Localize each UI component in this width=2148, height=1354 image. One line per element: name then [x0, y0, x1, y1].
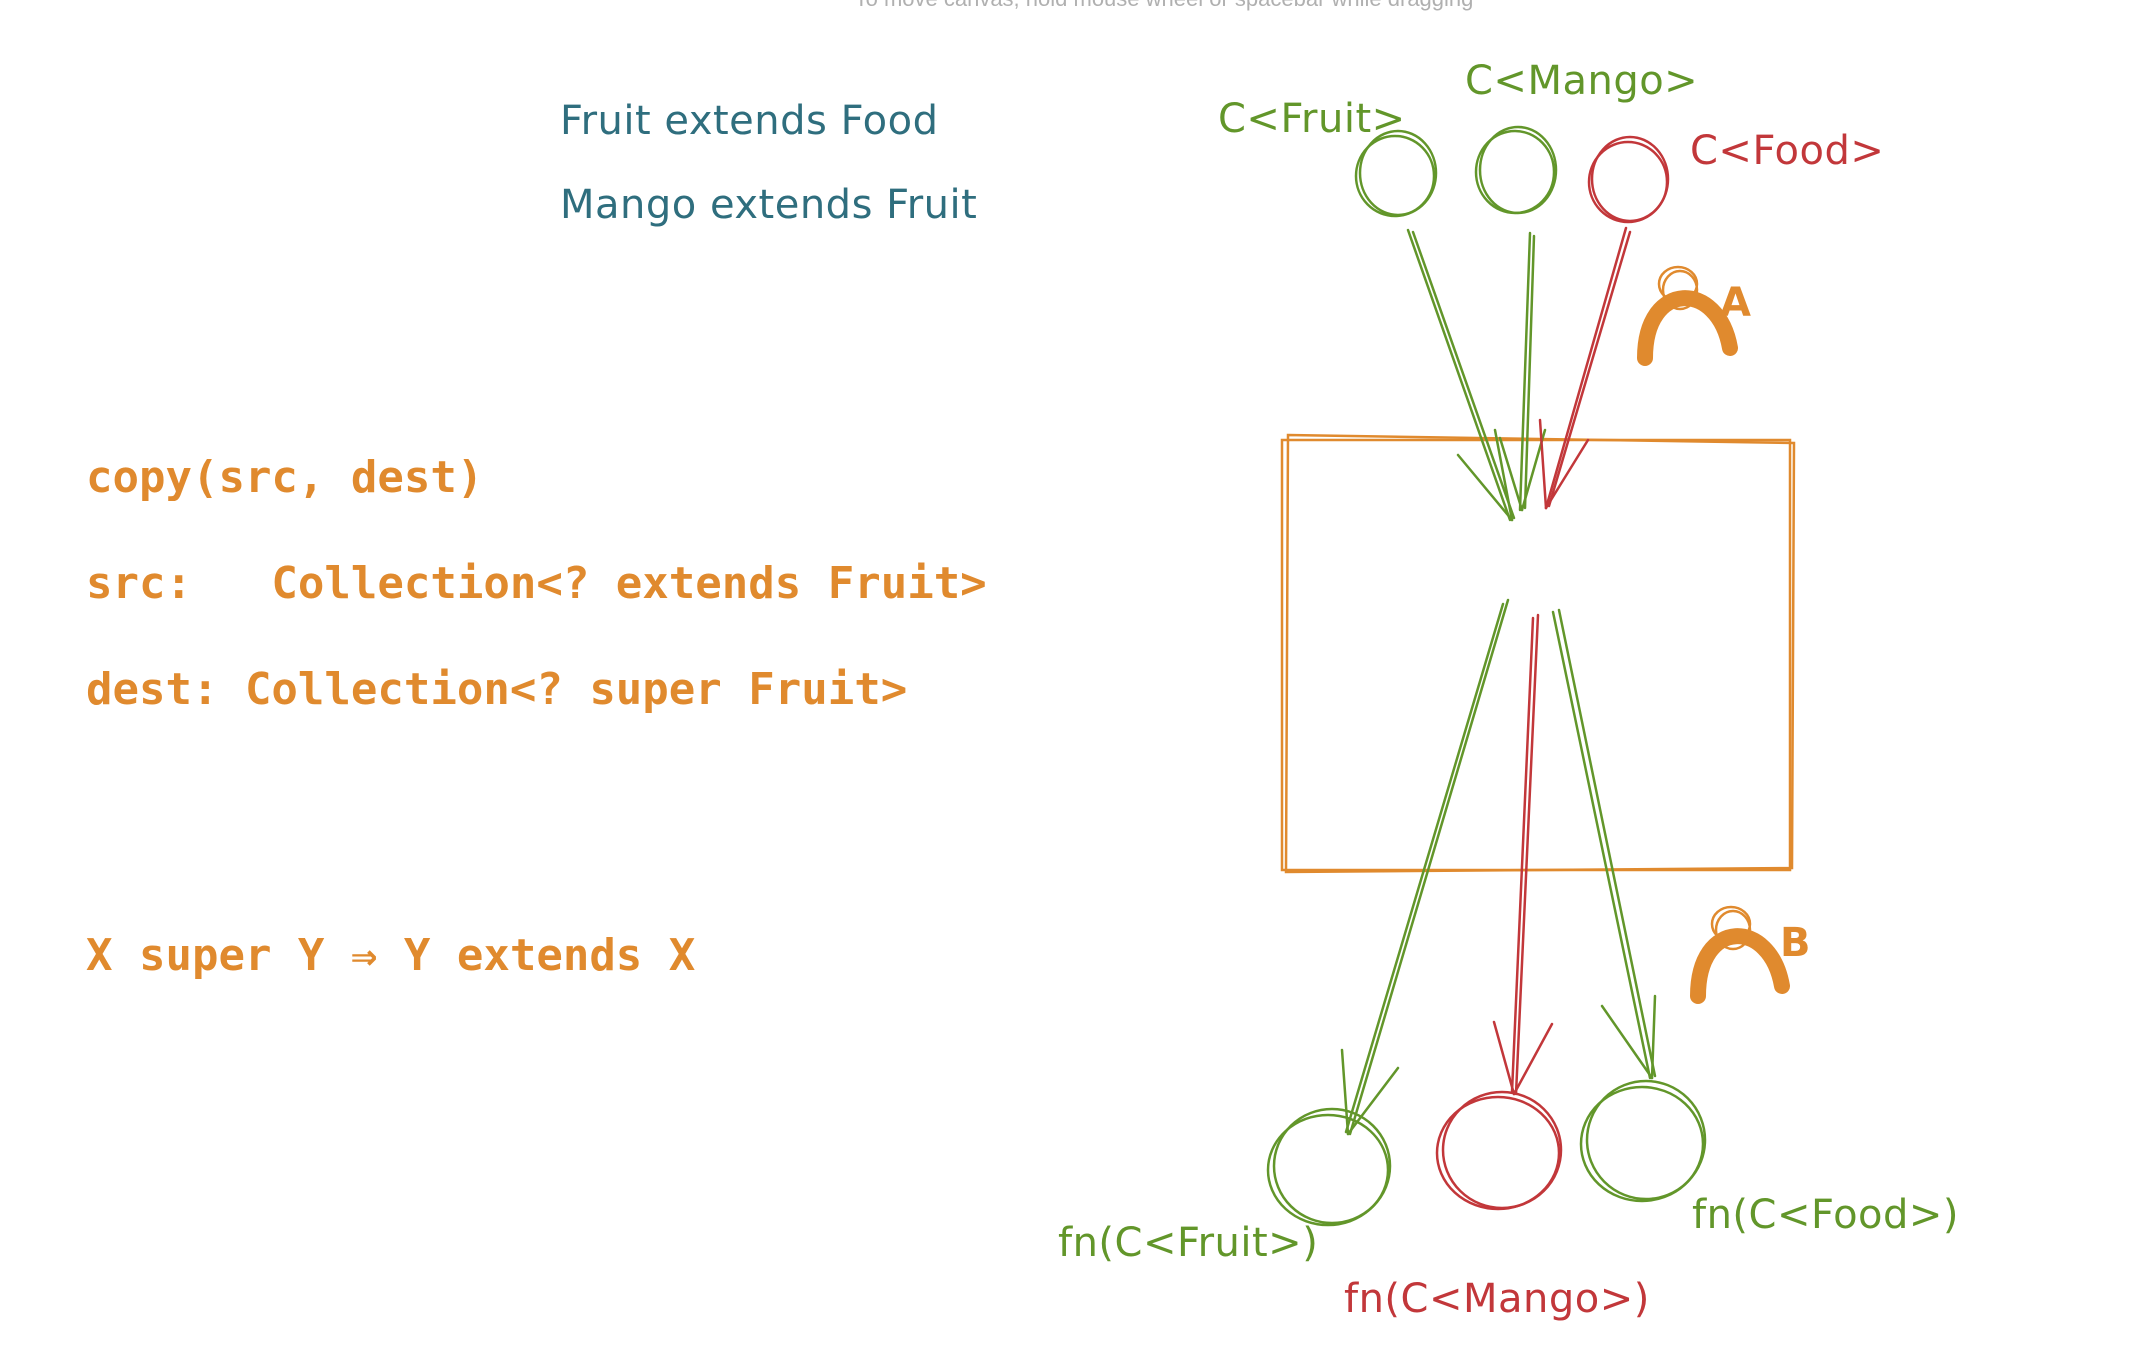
arrow-out-mango[interactable] [1492, 613, 1554, 1096]
arrow-mango-in[interactable] [1498, 231, 1547, 512]
arrow-out-food[interactable] [1551, 608, 1657, 1080]
arrow-fruit-in[interactable] [1406, 228, 1516, 522]
copy-box[interactable] [1280, 433, 1796, 874]
input-circle-food[interactable] [1587, 135, 1670, 224]
label-output-fruit[interactable]: fn(C<Fruit>) [1058, 1220, 1318, 1266]
magnet-b-icon[interactable] [1690, 905, 1790, 1004]
code-super-rule[interactable]: X super Y ⇒ Y extends X [86, 930, 695, 981]
arrow-out-fruit[interactable] [1340, 598, 1510, 1136]
relation-fruit-food[interactable]: Fruit extends Food [560, 98, 939, 144]
input-circle-mango[interactable] [1474, 125, 1558, 215]
magnet-a-icon[interactable] [1637, 265, 1738, 366]
code-copy-signature[interactable]: copy(src, dest) [86, 452, 483, 503]
marker-a-label[interactable]: A [1720, 280, 1751, 326]
code-dest-type[interactable]: dest: Collection<? super Fruit> [86, 664, 907, 715]
relation-mango-fruit[interactable]: Mango extends Fruit [560, 182, 977, 228]
input-circle-fruit[interactable] [1354, 129, 1438, 218]
output-circle-food[interactable] [1579, 1079, 1707, 1203]
label-output-food[interactable]: fn(C<Food>) [1692, 1192, 1959, 1238]
marker-b-label[interactable]: B [1780, 920, 1811, 966]
arrow-food-in[interactable] [1538, 226, 1632, 510]
output-circle-mango[interactable] [1435, 1090, 1563, 1211]
output-circle-fruit[interactable] [1266, 1107, 1392, 1227]
label-input-mango[interactable]: C<Mango> [1465, 58, 1698, 104]
label-input-fruit[interactable]: C<Fruit> [1218, 96, 1406, 142]
label-output-mango[interactable]: fn(C<Mango>) [1344, 1276, 1650, 1322]
code-src-type[interactable]: src: Collection<? extends Fruit> [86, 558, 987, 609]
label-input-food[interactable]: C<Food> [1690, 128, 1884, 174]
